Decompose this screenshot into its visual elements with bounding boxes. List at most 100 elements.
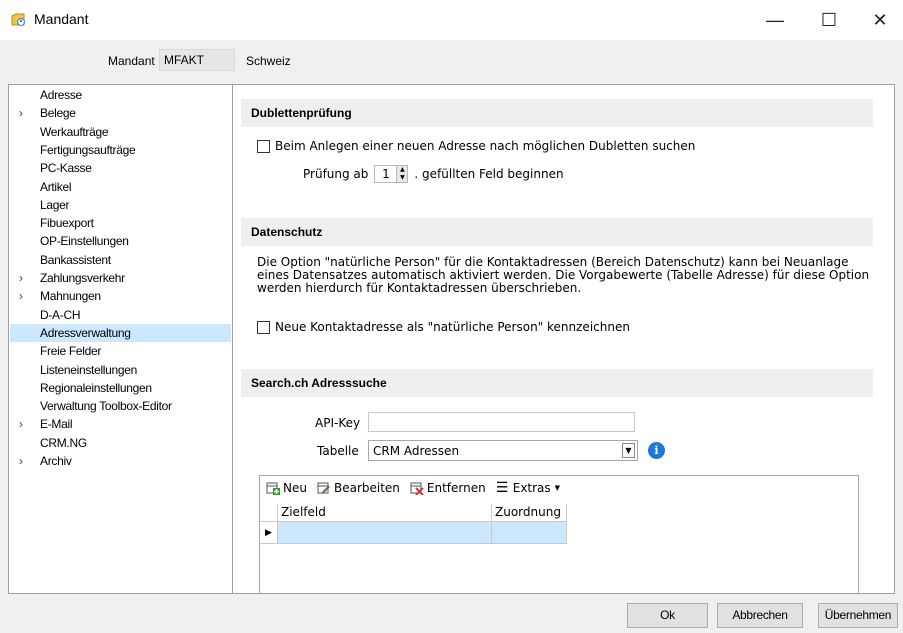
tabelle-select-value: CRM Adressen — [373, 444, 460, 458]
sidebar-item-belege[interactable]: › Belege — [10, 104, 231, 122]
natuerliche-person-checkbox-label: Neue Kontaktadresse als "natürliche Pers… — [275, 320, 630, 334]
entfernen-label: Entfernen — [426, 481, 486, 495]
cell-zielfeld[interactable] — [278, 522, 492, 544]
app-icon — [11, 13, 25, 26]
settings-tree: Adresse › Belege Werkaufträge Fertigungsauft… — [8, 84, 233, 594]
sidebar-item-label: Zahlungsverkehr — [40, 271, 125, 285]
maximize-button[interactable]: ☐ — [806, 0, 852, 40]
sidebar-item-label: Listeneinstellungen — [40, 362, 138, 377]
mandant-code-field: MFAKT — [159, 49, 235, 71]
dubletten-checkbox[interactable] — [257, 139, 270, 153]
natuerliche-person-checkbox[interactable] — [257, 320, 270, 334]
sidebar-item-pc-kasse[interactable]: PC-Kasse — [10, 159, 231, 177]
sidebar-item-op-einstellungen[interactable]: OP-Einstellungen — [10, 232, 231, 250]
sidebar-item-label: CRM.NG — [40, 435, 87, 450]
api-key-input[interactable] — [368, 412, 635, 432]
sidebar-item-label: OP-Einstellungen — [40, 234, 129, 249]
sidebar-item-zahlungsverkehr[interactable]: › Zahlungsverkehr — [10, 269, 231, 287]
extras-label: Extras — [512, 481, 551, 495]
sidebar-item-werkaufträge[interactable]: Werkaufträge — [10, 123, 231, 141]
sidebar-item-label: Bankassistent — [40, 252, 111, 267]
pruefung-row: Prüfung ab 1 ▲ ▼ . gefüllten Feld beginne… — [303, 165, 564, 183]
chevron-down-icon: ▼ — [554, 484, 561, 492]
dubletten-checkbox-row[interactable]: Beim Anlegen einer neuen Adresse nach mö… — [257, 139, 695, 153]
tabelle-label: Tabelle — [317, 444, 359, 458]
mandant-label: Mandant — [108, 54, 155, 68]
grid-header-row: Zielfeld Zuordnung — [260, 504, 567, 522]
grid-toolbar: Neu Bearbeiten Entfernen ☰ Extras ▼ — [260, 476, 858, 500]
sidebar-item-archiv[interactable]: › Archiv — [10, 452, 231, 470]
dubletten-checkbox-label: Beim Anlegen einer neuen Adresse nach mö… — [275, 139, 696, 153]
ok-button[interactable]: Ok — [627, 603, 708, 628]
neu-button[interactable]: Neu — [266, 481, 307, 495]
delete-row-icon — [410, 482, 424, 495]
sidebar-item-label: Belege — [40, 106, 76, 121]
entfernen-button[interactable]: Entfernen — [410, 481, 486, 495]
mandant-name: Schweiz — [246, 54, 291, 68]
pruefung-spinner[interactable]: 1 ▲ ▼ — [374, 165, 409, 183]
settings-panel: Dublettenprüfung Beim Anlegen einer neue… — [232, 84, 895, 594]
pruefung-prefix: Prüfung ab — [303, 167, 369, 181]
pruefung-value[interactable]: 1 — [375, 167, 396, 181]
sidebar-item-lager[interactable]: Lager — [10, 196, 231, 214]
close-button[interactable]: ✕ — [857, 0, 903, 40]
row-indicator-header — [260, 504, 278, 522]
dropdown-arrow-icon[interactable]: ▼ — [622, 443, 635, 458]
add-row-icon — [266, 482, 280, 495]
chevron-right-icon[interactable]: › — [19, 452, 23, 470]
sidebar-item-label: E-Mail — [40, 417, 73, 432]
mandant-header: Mandant MFAKT Schweiz — [0, 40, 903, 84]
edit-row-icon — [317, 482, 330, 494]
chevron-right-icon[interactable]: › — [19, 269, 23, 287]
sidebar-item-fibuexport[interactable]: Fibuexport — [10, 214, 231, 232]
sidebar-item-bankassistent[interactable]: Bankassistent — [10, 251, 231, 269]
sidebar-item-label: Archiv — [40, 454, 72, 468]
sidebar-item-adressverwaltung[interactable]: Adressverwaltung — [10, 323, 231, 342]
sidebar-item-e-mail[interactable]: › E-Mail — [10, 415, 231, 433]
sidebar-item-adresse[interactable]: Adresse — [10, 86, 231, 104]
sidebar-item-listeneinstellungen[interactable]: Listeneinstellungen — [10, 361, 231, 379]
cancel-button[interactable]: Abbrechen — [717, 603, 803, 628]
chevron-right-icon[interactable]: › — [19, 287, 23, 305]
apply-button[interactable]: Übernehmen — [818, 603, 898, 628]
sidebar-item-label: Verwaltung Toolbox-Editor — [40, 399, 172, 414]
menu-icon: ☰ — [495, 480, 509, 496]
minimize-button[interactable]: — — [752, 0, 798, 40]
bearbeiten-button[interactable]: Bearbeiten — [317, 481, 400, 495]
sidebar-item-label: Freie Felder — [40, 344, 102, 359]
sidebar-item-freie-felder[interactable]: Freie Felder — [10, 342, 231, 360]
sidebar-item-mahnungen[interactable]: › Mahnungen — [10, 287, 231, 305]
row-pointer-icon: ▶ — [260, 522, 278, 544]
sidebar-item-label: Artikel — [40, 179, 72, 194]
section-dubletten-heading: Dublettenprüfung — [241, 99, 873, 127]
extras-button[interactable]: ☰ Extras ▼ — [496, 481, 560, 495]
sidebar-item-label: Fibuexport — [40, 216, 94, 231]
natuerliche-person-checkbox-row[interactable]: Neue Kontaktadresse als "natürliche Pers… — [257, 320, 630, 334]
sidebar-item-artikel[interactable]: Artikel — [10, 178, 231, 196]
window-title: Mandant — [34, 11, 89, 27]
sidebar-item-regionaleinstellungen[interactable]: Regionaleinstellungen — [10, 379, 231, 397]
info-icon[interactable]: i — [648, 442, 665, 459]
sidebar-item-d-a-ch[interactable]: D-A-CH — [10, 306, 231, 324]
pruefung-suffix: . gefüllten Feld beginnen — [414, 167, 564, 181]
tabelle-select[interactable]: CRM Adressen ▼ — [368, 440, 638, 461]
sidebar-item-crm-ng[interactable]: CRM.NG — [10, 434, 231, 452]
sidebar-item-label: Regionaleinstellungen — [40, 380, 152, 395]
chevron-right-icon[interactable]: › — [19, 104, 23, 122]
section-datenschutz-heading: Datenschutz — [241, 218, 873, 246]
chevron-right-icon[interactable]: › — [19, 415, 23, 433]
bearbeiten-label: Bearbeiten — [333, 481, 400, 495]
spinner-arrows-icon[interactable]: ▲ ▼ — [396, 166, 408, 182]
column-header-zuordnung[interactable]: Zuordnung — [492, 504, 567, 522]
sidebar-item-label: Mahnungen — [40, 289, 101, 304]
sidebar-item-fertigungsaufträge[interactable]: Fertigungsaufträge — [10, 141, 231, 159]
sidebar-item-label: Lager — [40, 197, 70, 212]
table-row[interactable]: ▶ — [260, 522, 567, 544]
title-bar: Mandant — ☐ ✕ — [0, 0, 903, 40]
column-header-zielfeld[interactable]: Zielfeld — [278, 504, 492, 522]
datenschutz-description: Die Option "natürliche Person" für die K… — [257, 255, 870, 295]
api-key-label: API-Key — [315, 416, 361, 430]
sidebar-item-verwaltung-toolbox-editor[interactable]: Verwaltung Toolbox-Editor — [10, 397, 231, 415]
zuordnung-grid-panel: Neu Bearbeiten Entfernen ☰ Extras ▼ Ziel… — [259, 475, 859, 593]
cell-zuordnung[interactable] — [492, 522, 567, 544]
